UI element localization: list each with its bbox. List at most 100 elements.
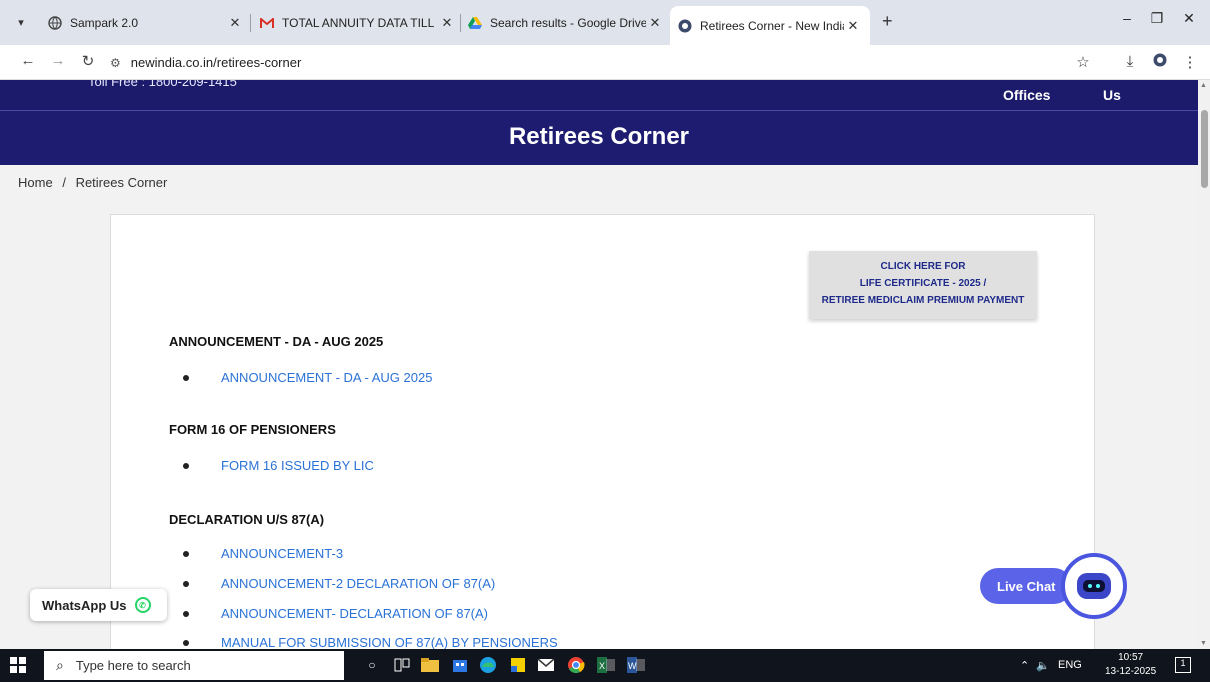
list-item: ANNOUNCEMENT-3 bbox=[183, 546, 343, 561]
address-bar[interactable]: ⚙ newindia.co.in/retirees-corner bbox=[110, 50, 1050, 75]
close-icon[interactable]: ✕ bbox=[438, 15, 456, 31]
more-menu-icon[interactable]: ⋮ bbox=[1180, 53, 1200, 71]
section-heading-87a: DECLARATION U/S 87(A) bbox=[169, 512, 325, 527]
announcement-da-link[interactable]: ANNOUNCEMENT - DA - AUG 2025 bbox=[221, 370, 432, 385]
breadcrumb-current: Retirees Corner bbox=[75, 175, 168, 190]
volume-icon[interactable]: 🔈 bbox=[1036, 659, 1050, 672]
scroll-down-icon[interactable]: ▼ bbox=[1200, 640, 1207, 647]
breadcrumb-home[interactable]: Home bbox=[18, 175, 53, 190]
excel-icon[interactable]: X bbox=[596, 655, 616, 675]
tab-title: Search results - Google Drive bbox=[490, 16, 646, 30]
windows-taskbar: ⌕ Type here to search ○ X W ⌃ 🔈 ENG 10:5… bbox=[0, 649, 1210, 682]
tab-close-button[interactable]: ✕ bbox=[226, 8, 248, 38]
taskbar-search-placeholder: Type here to search bbox=[75, 658, 191, 673]
word-icon[interactable]: W bbox=[626, 655, 646, 675]
sticky-notes-icon[interactable] bbox=[508, 655, 528, 675]
announcement-87a-link[interactable]: ANNOUNCEMENT- DECLARATION OF 87(A) bbox=[221, 606, 488, 621]
chatbot-avatar-icon[interactable] bbox=[1061, 553, 1127, 619]
close-icon[interactable]: ✕ bbox=[844, 18, 862, 34]
chrome-icon[interactable] bbox=[566, 655, 586, 675]
bullet bbox=[183, 639, 189, 646]
notification-icon[interactable]: 1 bbox=[1175, 657, 1191, 673]
whatsapp-button[interactable]: WhatsApp Us ✆ bbox=[30, 589, 167, 621]
list-item: ANNOUNCEMENT- DECLARATION OF 87(A) bbox=[183, 606, 488, 621]
breadcrumb: Home / Retirees Corner bbox=[18, 175, 167, 190]
task-view-icon[interactable] bbox=[392, 655, 412, 675]
tab-sampark[interactable]: Sampark 2.0 bbox=[48, 8, 248, 38]
browser-toolbar: ← → ↻ ⚙ newindia.co.in/retirees-corner ☆… bbox=[0, 45, 1210, 80]
back-arrow-icon[interactable]: ← bbox=[18, 52, 38, 69]
life-certificate-button[interactable]: CLICK HERE FOR LIFE CERTIFICATE - 2025 /… bbox=[809, 251, 1037, 319]
section-heading-form16: FORM 16 OF PENSIONERS bbox=[169, 422, 336, 437]
toll-free-text: Toll Free : 1800-209-1415 bbox=[88, 80, 237, 89]
nav-us-link[interactable]: Us bbox=[1103, 87, 1121, 103]
live-chat-button[interactable]: Live Chat bbox=[980, 568, 1072, 604]
mail-icon[interactable] bbox=[536, 655, 556, 675]
tab-title: TOTAL ANNUITY DATA TILL 111 bbox=[282, 16, 438, 30]
windows-start-icon[interactable] bbox=[10, 657, 26, 673]
site-settings-icon[interactable]: ⚙ bbox=[110, 56, 121, 70]
taskbar-clock[interactable]: 10:57 13-12-2025 bbox=[1105, 651, 1156, 679]
bullet bbox=[183, 462, 189, 469]
search-icon: ⌕ bbox=[56, 657, 64, 673]
bullet bbox=[183, 374, 189, 381]
page-title: Retirees Corner bbox=[508, 123, 690, 150]
language-indicator[interactable]: ENG bbox=[1058, 659, 1082, 671]
clock-date: 13-12-2025 bbox=[1105, 666, 1157, 677]
life-certificate-line-3: RETIREE MEDICLAIM PREMIUM PAYMENT bbox=[821, 295, 1025, 306]
page-scrollbar[interactable]: ▲ ▼ bbox=[1198, 80, 1210, 649]
window-close-icon[interactable]: ✕ bbox=[1174, 10, 1204, 27]
bookmark-star-icon[interactable]: ☆ bbox=[1073, 53, 1093, 71]
life-certificate-line-1: CLICK HERE FOR bbox=[880, 261, 966, 272]
bullet bbox=[183, 610, 189, 617]
list-item: ANNOUNCEMENT - DA - AUG 2025 bbox=[183, 370, 432, 385]
section-heading-da: ANNOUNCEMENT - DA - AUG 2025 bbox=[169, 334, 384, 349]
list-item: ANNOUNCEMENT-2 DECLARATION OF 87(A) bbox=[183, 576, 495, 591]
announcement-3-link[interactable]: ANNOUNCEMENT-3 bbox=[221, 546, 343, 561]
tab-google-drive[interactable]: Search results - Google Drive ✕ bbox=[468, 8, 664, 38]
announcement-2-link[interactable]: ANNOUNCEMENT-2 DECLARATION OF 87(A) bbox=[221, 576, 495, 591]
store-icon[interactable] bbox=[450, 655, 470, 675]
whatsapp-label: WhatsApp Us bbox=[42, 597, 127, 613]
tab-retirees-corner[interactable]: Retirees Corner - New India Ass ✕ bbox=[670, 6, 870, 45]
content-card: CLICK HERE FOR LIFE CERTIFICATE - 2025 /… bbox=[110, 214, 1095, 649]
edge-icon[interactable] bbox=[478, 655, 498, 675]
robot-face bbox=[1083, 580, 1105, 592]
close-icon[interactable]: ✕ bbox=[646, 15, 664, 31]
minimize-icon[interactable]: – bbox=[1112, 10, 1142, 26]
forward-arrow-icon[interactable]: → bbox=[48, 52, 68, 69]
robot-head bbox=[1077, 573, 1111, 599]
tab-title: Retirees Corner - New India Ass bbox=[700, 18, 844, 33]
nav-offices-link[interactable]: Offices bbox=[1003, 87, 1050, 103]
live-chat-label: Live Chat bbox=[997, 578, 1056, 594]
google-drive-icon bbox=[468, 16, 482, 30]
bullet bbox=[183, 550, 189, 557]
scrollbar-thumb[interactable] bbox=[1201, 110, 1208, 188]
cortana-icon[interactable]: ○ bbox=[362, 655, 382, 675]
manual-87a-link[interactable]: MANUAL FOR SUBMISSION OF 87(A) BY PENSIO… bbox=[221, 635, 558, 649]
page-viewport: Toll Free : 1800-209-1415 Offices Us Ret… bbox=[0, 80, 1198, 649]
page-banner: Retirees Corner bbox=[0, 110, 1198, 165]
robot-eye bbox=[1096, 584, 1100, 588]
tab-divider bbox=[460, 14, 461, 32]
extension-icon[interactable] bbox=[1150, 53, 1170, 71]
scroll-up-icon[interactable]: ▲ bbox=[1200, 82, 1207, 89]
tray-chevron-icon[interactable]: ⌃ bbox=[1020, 659, 1029, 672]
close-icon: ✕ bbox=[229, 15, 241, 30]
robot-eye bbox=[1088, 584, 1092, 588]
taskbar-search-box[interactable]: ⌕ Type here to search bbox=[44, 651, 344, 680]
reload-icon[interactable]: ↻ bbox=[78, 52, 98, 70]
tab-annuity-data[interactable]: TOTAL ANNUITY DATA TILL 111 ✕ bbox=[260, 8, 456, 38]
svg-text:W: W bbox=[628, 661, 637, 671]
form16-link[interactable]: FORM 16 ISSUED BY LIC bbox=[221, 458, 374, 473]
file-explorer-icon[interactable] bbox=[420, 655, 440, 675]
site-top-nav: Toll Free : 1800-209-1415 Offices Us bbox=[0, 80, 1198, 110]
svg-text:X: X bbox=[599, 661, 605, 671]
restore-icon[interactable]: ❐ bbox=[1142, 10, 1172, 27]
whatsapp-icon: ✆ bbox=[134, 597, 151, 613]
clock-time: 10:57 bbox=[1118, 652, 1144, 663]
download-icon[interactable]: ⤓ bbox=[1120, 53, 1140, 70]
url-text: newindia.co.in/retirees-corner bbox=[130, 55, 302, 70]
tab-search-chevron-icon[interactable]: ▾ bbox=[10, 11, 32, 33]
new-tab-button[interactable]: + bbox=[882, 11, 893, 32]
